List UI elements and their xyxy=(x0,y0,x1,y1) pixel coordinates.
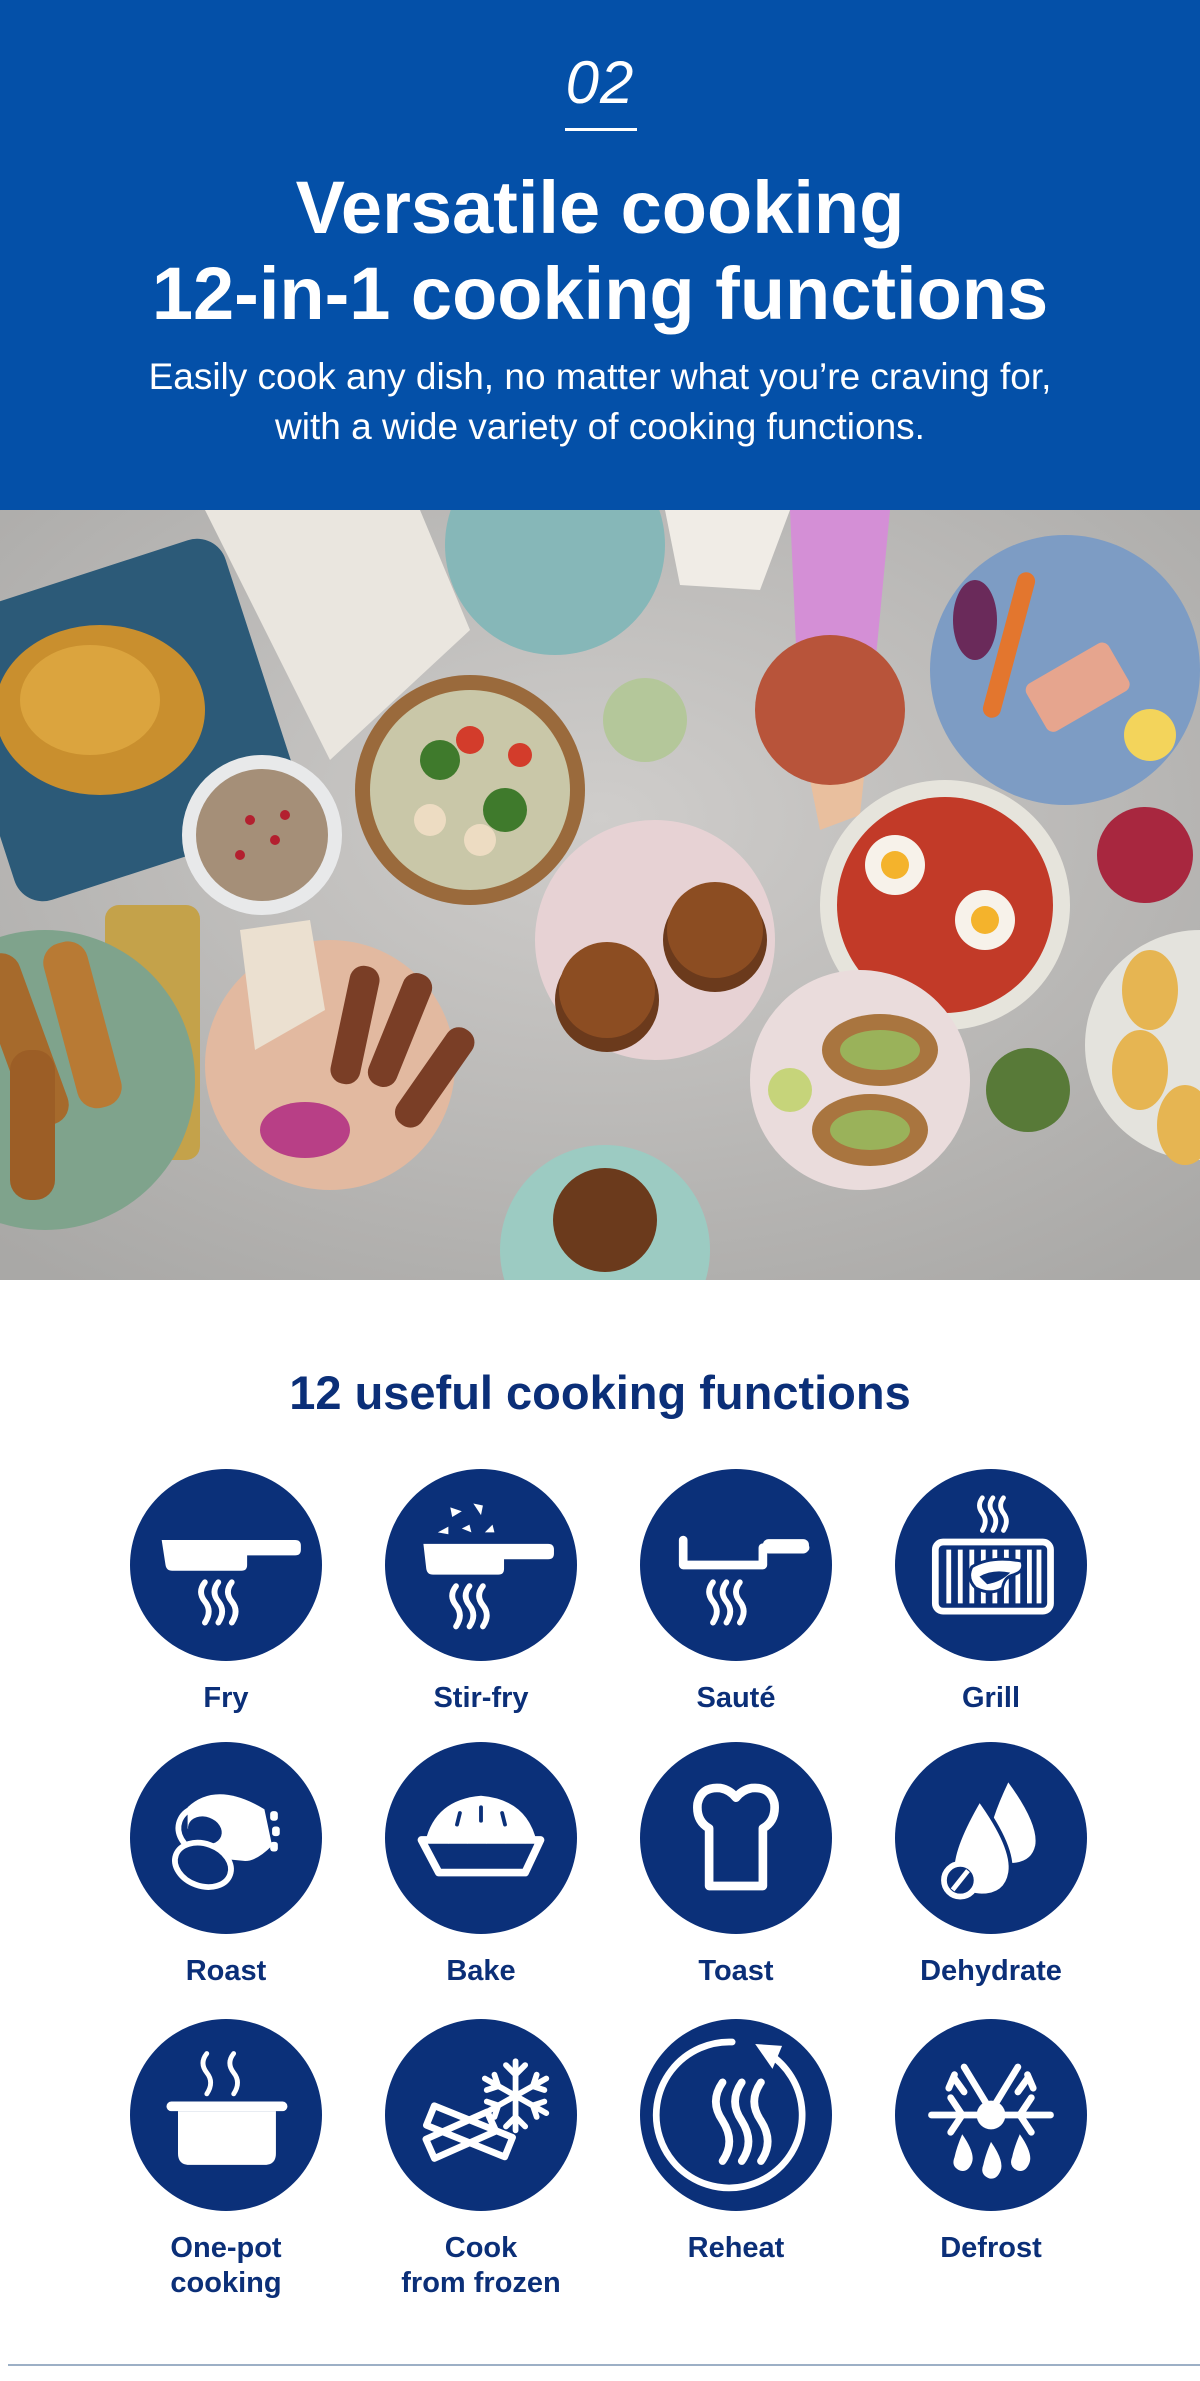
pot-icon xyxy=(130,2019,322,2211)
curry-bowl xyxy=(355,675,585,905)
food-table-photo xyxy=(0,510,1200,1280)
herb-sauce xyxy=(986,1048,1070,1132)
defrost-icon xyxy=(895,2019,1087,2211)
function-label: Toast xyxy=(698,1955,774,1987)
function-fry: Fry xyxy=(101,1469,351,1716)
hero-title: Versatile cooking 12-in-1 cooking functi… xyxy=(0,165,1200,337)
water-glass xyxy=(603,678,687,762)
stir-fry-pan-icon xyxy=(385,1469,577,1661)
grill-steak-icon xyxy=(895,1469,1087,1661)
function-bake: Bake xyxy=(356,1742,606,1989)
function-one-pot: One-pot cooking xyxy=(101,2019,351,2301)
pie-icon xyxy=(385,1742,577,1934)
reheat-icon xyxy=(640,2019,832,2211)
function-label: Roast xyxy=(185,1955,267,1987)
function-grill: Grill xyxy=(866,1469,1116,1716)
function-label: Defrost xyxy=(940,2232,1042,2264)
hero-title-line1: Versatile cooking xyxy=(295,166,905,249)
salmon-plate xyxy=(930,535,1200,805)
hero-subtitle-line2: with a wide variety of cooking functions… xyxy=(275,406,925,447)
hero-banner: 02 Versatile cooking 12-in-1 cooking fun… xyxy=(0,0,1200,510)
hero-title-line2: 12-in-1 cooking functions xyxy=(151,252,1049,335)
function-label-line2: from frozen xyxy=(401,2267,561,2299)
function-stir-fry: Stir-fry xyxy=(356,1469,606,1716)
function-label: Stir-fry xyxy=(433,1682,529,1714)
function-label-line1: Cook xyxy=(444,2232,518,2264)
stuffed-potatoes-plate xyxy=(750,970,970,1190)
function-label: Reheat xyxy=(687,2232,785,2264)
frozen-food-icon xyxy=(385,2019,577,2211)
function-label: One-pot cooking xyxy=(101,2231,351,2301)
function-reheat: Reheat xyxy=(611,2019,861,2266)
function-label: Cook from frozen xyxy=(356,2231,606,2301)
function-label: Bake xyxy=(446,1955,516,1987)
beet-dip xyxy=(1097,807,1193,903)
function-label: Sauté xyxy=(696,1682,776,1714)
terracotta-plate xyxy=(755,635,905,785)
bread-slice-icon xyxy=(640,1742,832,1934)
step-underline xyxy=(565,128,637,131)
function-label: Grill xyxy=(961,1682,1020,1714)
roast-meat-icon xyxy=(130,1742,322,1934)
function-cook-from-frozen: Cook from frozen xyxy=(356,2019,606,2301)
hero-subtitle: Easily cook any dish, no matter what you… xyxy=(0,352,1200,452)
saute-pan-icon xyxy=(640,1469,832,1661)
food-table-illustration xyxy=(0,510,1200,1280)
hero-subtitle-line1: Easily cook any dish, no matter what you… xyxy=(148,356,1052,397)
function-label: Dehydrate xyxy=(920,1955,1062,1987)
function-roast: Roast xyxy=(101,1742,351,1989)
step-number: 02 xyxy=(565,49,635,116)
function-defrost: Defrost xyxy=(866,2019,1116,2266)
function-label: Fry xyxy=(203,1682,249,1714)
function-dehydrate: Dehydrate xyxy=(866,1742,1116,1989)
function-saute: Sauté xyxy=(611,1469,861,1716)
function-label-line2: cooking xyxy=(170,2267,282,2299)
function-toast: Toast xyxy=(611,1742,861,1989)
function-label-line1: One-pot xyxy=(170,2232,282,2264)
drops-icon xyxy=(895,1742,1087,1934)
burger-plate xyxy=(535,820,775,1060)
section-divider xyxy=(8,2364,1200,2366)
functions-title: 12 useful cooking functions xyxy=(289,1366,911,1419)
frying-pan-icon xyxy=(130,1469,322,1661)
dip-bowl xyxy=(182,755,342,915)
